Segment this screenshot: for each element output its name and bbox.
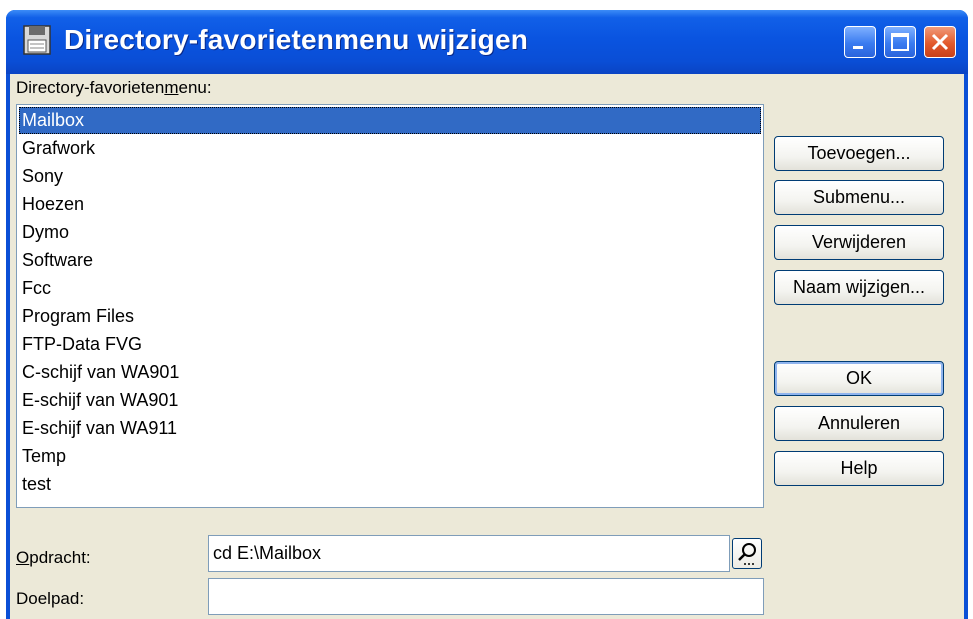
browse-button[interactable] bbox=[732, 538, 762, 569]
ok-button[interactable]: OK bbox=[774, 361, 944, 396]
app-icon bbox=[20, 23, 54, 57]
dialog-body: Directory-favorietenmenu: Mailbox Grafwor… bbox=[10, 74, 964, 619]
list-item[interactable]: Dymo bbox=[19, 219, 761, 246]
favorites-list-label-part: enu: bbox=[178, 78, 212, 97]
title-bar[interactable]: Directory-favorietenmenu wijzigen bbox=[6, 10, 968, 74]
dialog-window: Directory-favorietenmenu wijzigen Direct… bbox=[6, 10, 968, 619]
command-label: Opdracht: bbox=[16, 548, 91, 568]
list-item[interactable]: Temp bbox=[19, 443, 761, 470]
list-item[interactable]: Hoezen bbox=[19, 191, 761, 218]
window-title: Directory-favorietenmenu wijzigen bbox=[64, 24, 529, 55]
rename-button[interactable]: Naam wijzigen... bbox=[774, 270, 944, 305]
target-label: Doelpad: bbox=[16, 589, 85, 608]
maximize-icon bbox=[891, 33, 909, 51]
favorites-list-label-accel: m bbox=[164, 78, 179, 97]
command-input[interactable]: cd E:\Mailbox bbox=[208, 535, 730, 572]
remove-button[interactable]: Verwijderen bbox=[774, 225, 944, 260]
help-button[interactable]: Help bbox=[774, 451, 944, 486]
close-button[interactable] bbox=[924, 26, 956, 58]
target-path-input[interactable] bbox=[208, 578, 764, 615]
minimize-icon bbox=[853, 46, 863, 49]
maximize-button[interactable] bbox=[884, 26, 916, 58]
list-item[interactable]: E-schijf van WA901 bbox=[19, 387, 761, 414]
list-item[interactable]: C-schijf van WA901 bbox=[19, 359, 761, 386]
close-icon bbox=[931, 33, 949, 51]
minimize-button[interactable] bbox=[844, 26, 876, 58]
submenu-button[interactable]: Submenu... bbox=[774, 180, 944, 215]
list-item[interactable]: Sony bbox=[19, 163, 761, 190]
list-item[interactable]: Mailbox bbox=[19, 107, 761, 134]
cancel-button[interactable]: Annuleren bbox=[774, 406, 944, 441]
list-item[interactable]: Program Files bbox=[19, 303, 761, 330]
magnifier-icon bbox=[738, 543, 756, 565]
command-label-part: pdracht: bbox=[29, 548, 91, 567]
favorites-list-label-part: Directory-favorieten bbox=[16, 78, 165, 97]
favorites-list-label: Directory-favorietenmenu: bbox=[16, 78, 212, 98]
list-item[interactable]: Fcc bbox=[19, 275, 761, 302]
list-item[interactable]: Grafwork bbox=[19, 135, 761, 162]
add-button[interactable]: Toevoegen... bbox=[774, 136, 944, 171]
list-item[interactable]: test bbox=[19, 471, 761, 498]
list-item[interactable]: Software bbox=[19, 247, 761, 274]
favorites-list[interactable]: Mailbox Grafwork Sony Hoezen Dymo Software Fcc… bbox=[16, 104, 764, 508]
list-item[interactable]: E-schijf van WA911 bbox=[19, 415, 761, 442]
command-label-accel: O bbox=[16, 548, 30, 567]
list-item[interactable]: FTP-Data FVG bbox=[19, 331, 761, 358]
